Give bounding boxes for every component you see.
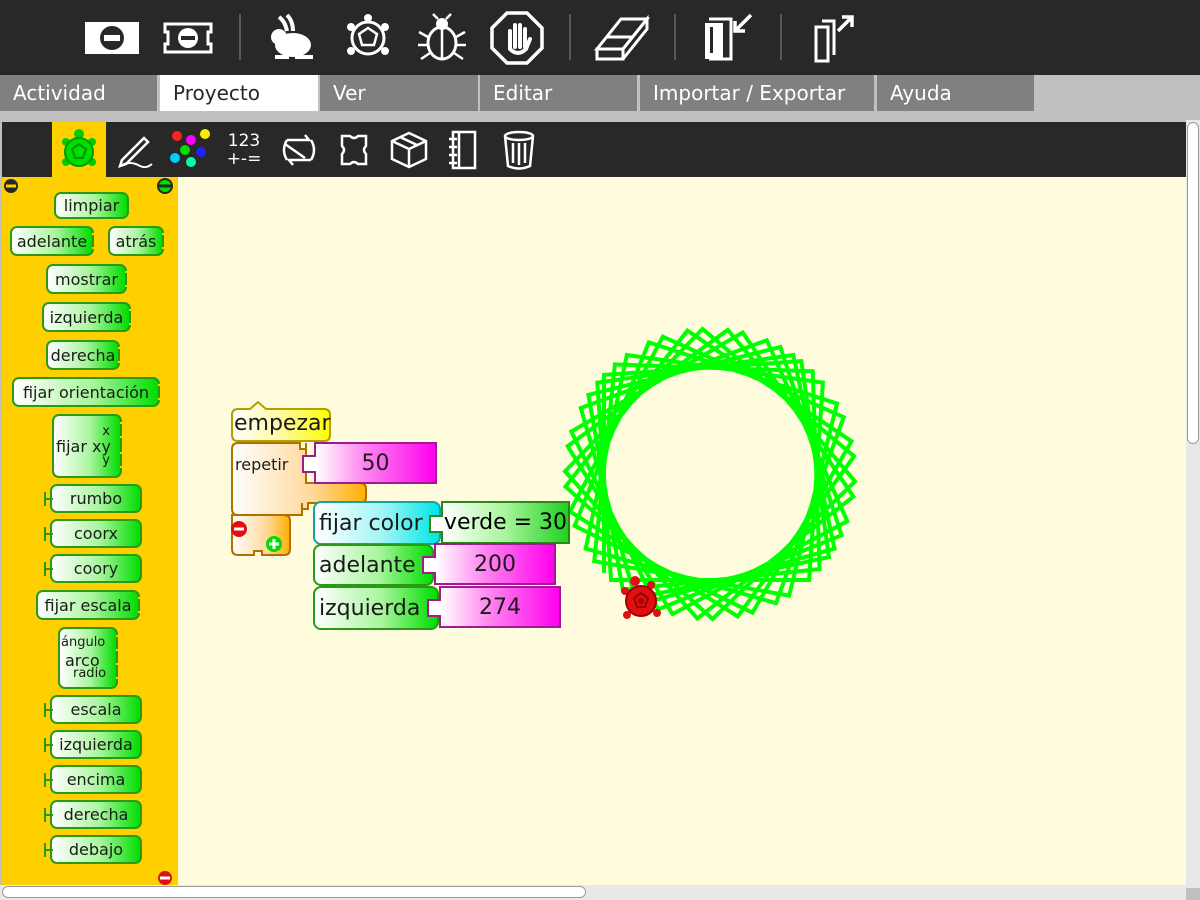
collapse-palette-icon[interactable] xyxy=(3,178,19,194)
numbers-palette-icon[interactable]: 123 +-= xyxy=(217,122,271,177)
block-label: encima xyxy=(66,770,126,789)
palette-block-left[interactable]: izquierda xyxy=(42,302,138,332)
toolbar-separator xyxy=(569,14,571,60)
block-label: limpiar xyxy=(63,196,120,215)
left-block[interactable]: izquierda xyxy=(313,586,439,630)
palette-block-right[interactable]: derecha xyxy=(46,340,127,370)
block-label: coory xyxy=(73,559,119,578)
number-label: 200 xyxy=(474,551,516,577)
palette-block-arc[interactable]: ángulo arco radio xyxy=(58,627,125,689)
color-value-block[interactable]: verde = 30 xyxy=(429,501,570,544)
export-icon[interactable] xyxy=(801,8,861,68)
eraser-icon[interactable] xyxy=(592,8,652,68)
repeat-label: repetir xyxy=(235,455,289,474)
number-label: 274 xyxy=(479,594,521,620)
stop-turtle-icon[interactable] xyxy=(158,8,218,68)
palette-block-clear[interactable]: limpiar xyxy=(54,192,129,219)
setxy-y-label: y xyxy=(102,453,110,468)
palette-block-show[interactable]: mostrar xyxy=(46,264,134,294)
numbers-icon-line1: 123 xyxy=(227,130,261,151)
block-label: fijar color xyxy=(319,510,423,536)
forward-value[interactable]: 200 xyxy=(422,543,556,585)
pen-palette-icon[interactable] xyxy=(107,122,161,177)
palette-block-forward[interactable]: adelante xyxy=(10,226,101,256)
trash-palette-icon[interactable] xyxy=(492,122,546,177)
hide-palette-icon[interactable] xyxy=(157,870,173,886)
block-label: atrás xyxy=(115,231,157,251)
palette-block-bottom-pos[interactable]: debajo xyxy=(44,835,142,864)
block-label: rumbo xyxy=(69,489,123,508)
horizontal-scroll-thumb[interactable] xyxy=(2,886,586,898)
extras-palette-icon[interactable] xyxy=(382,122,436,177)
block-label: escala xyxy=(70,700,122,719)
palette-block-back[interactable]: atrás xyxy=(108,226,171,256)
block-label: verde = 30 xyxy=(443,510,568,535)
palette-block-ycor[interactable]: coory xyxy=(44,554,142,583)
set-color-block[interactable]: fijar color xyxy=(313,501,441,545)
blocks-palette-icon[interactable] xyxy=(327,122,381,177)
stop-hand-icon[interactable] xyxy=(487,8,547,68)
block-label: izquierda xyxy=(59,735,133,754)
tab-ayuda[interactable]: Ayuda xyxy=(877,75,1034,111)
palette-toolbar: 123 +-= xyxy=(2,122,1186,177)
turtle-slow-icon[interactable] xyxy=(338,8,398,68)
menu-bar: Actividad Proyecto Ver Editar Importar /… xyxy=(0,75,1200,111)
expand-icon[interactable] xyxy=(265,535,283,553)
notebook-palette-icon[interactable] xyxy=(437,122,491,177)
palette-block-scale[interactable]: escala xyxy=(44,695,142,724)
palette-block-set-heading[interactable]: fijar orientación xyxy=(12,377,167,407)
rabbit-icon[interactable] xyxy=(262,8,322,68)
turtle-palette-icon[interactable] xyxy=(52,122,106,177)
palette-block-xcor[interactable]: coorx xyxy=(44,519,142,548)
stop-icon[interactable] xyxy=(82,8,142,68)
tab-actividad[interactable]: Actividad xyxy=(0,75,157,111)
block-label: adelante xyxy=(319,552,416,578)
start-block[interactable]: empezar xyxy=(230,401,332,442)
numbers-icon-line2: +-= xyxy=(226,148,262,169)
arc-angle-label: ángulo xyxy=(61,635,106,650)
palette-block-left-pos[interactable]: izquierda xyxy=(44,730,142,759)
tab-ver[interactable]: Ver xyxy=(320,75,478,111)
palette-block-heading[interactable]: rumbo xyxy=(44,484,142,513)
block-label: mostrar xyxy=(55,269,118,289)
turtle-sprite[interactable] xyxy=(619,575,667,625)
palette-block-setxy[interactable]: fijar xy x y xyxy=(52,414,129,478)
block-label: izquierda xyxy=(49,307,124,327)
block-label: fijar orientación xyxy=(22,382,150,402)
toolbar-separator xyxy=(674,14,676,60)
rotate-palette-icon[interactable] xyxy=(157,178,173,194)
flow-palette-icon[interactable] xyxy=(272,122,326,177)
tab-editar[interactable]: Editar xyxy=(480,75,637,111)
tab-proyecto[interactable]: Proyecto xyxy=(160,75,318,111)
shrink-icon[interactable] xyxy=(230,520,248,538)
toolbar-separator xyxy=(780,14,782,60)
repeat-count-value[interactable]: 50 xyxy=(302,442,437,484)
toolbar-separator xyxy=(239,14,241,60)
colors-palette-icon[interactable] xyxy=(162,122,216,177)
block-label: derecha xyxy=(63,805,129,824)
start-label: empezar xyxy=(234,411,331,436)
bug-icon[interactable] xyxy=(412,8,472,68)
number-label: 50 xyxy=(361,450,390,476)
block-label: izquierda xyxy=(319,595,421,621)
turtle-path xyxy=(562,326,858,622)
block-label: adelante xyxy=(16,231,88,251)
palette-block-right-pos[interactable]: derecha xyxy=(44,800,142,829)
block-label: debajo xyxy=(68,840,124,859)
green-spiral-drawing xyxy=(562,326,858,622)
setxy-x-label: x xyxy=(102,424,110,439)
forward-block[interactable]: adelante xyxy=(313,544,434,586)
palette-block-top-pos[interactable]: encima xyxy=(44,765,142,794)
palette-block-set-scale[interactable]: fijar escala xyxy=(36,590,147,620)
block-label: derecha xyxy=(50,345,116,365)
main-toolbar xyxy=(0,0,1200,75)
arc-radius-label: radio xyxy=(73,666,107,681)
block-label: coorx xyxy=(74,524,118,543)
vertical-scroll-thumb[interactable] xyxy=(1187,122,1199,444)
left-value[interactable]: 274 xyxy=(427,586,561,628)
tab-importar-exportar[interactable]: Importar / Exportar xyxy=(640,75,874,111)
import-icon[interactable] xyxy=(698,8,758,68)
block-label: fijar escala xyxy=(44,595,132,615)
